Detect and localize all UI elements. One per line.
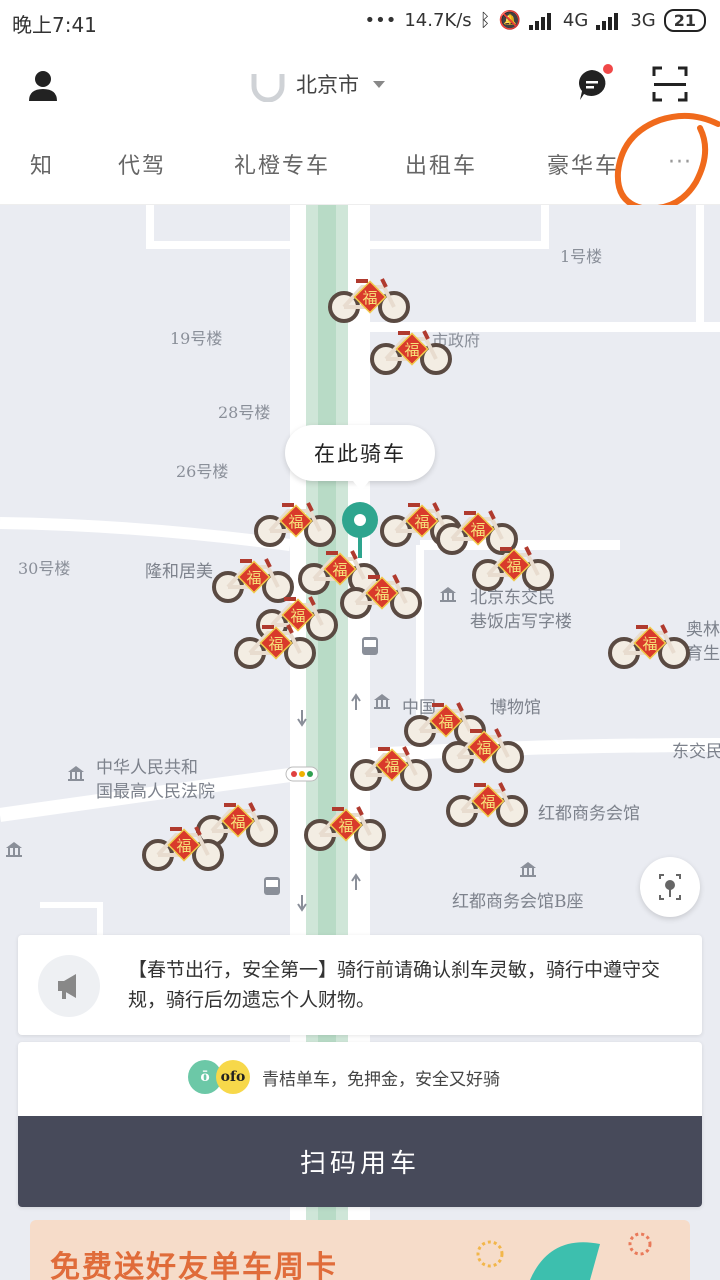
status-time: 晚上7:41 [12, 13, 97, 37]
ride-here-bubble[interactable]: 在此骑车 [285, 425, 435, 491]
bike-marker[interactable]: 福 [304, 799, 386, 853]
chat-bubble-icon[interactable] [574, 64, 614, 104]
map-label: 红都商务会馆 [538, 804, 640, 824]
svg-text:福: 福 [404, 341, 419, 359]
bike-service-card: ō ofo 青桔单车，免押金，安全又好骑 扫码用车 [18, 1042, 702, 1207]
svg-text:福: 福 [268, 635, 283, 653]
notice-text: 【春节出行，安全第一】骑行前请确认刹车灵敏，骑行中遵守交规，骑行后勿遗忘个人财物… [128, 959, 661, 1011]
svg-text:福: 福 [480, 793, 495, 811]
tab-luxury[interactable]: 豪华车 [547, 148, 619, 180]
map-label: 博物馆 [490, 698, 541, 718]
locate-icon [659, 874, 681, 900]
dots-icon: ••• [364, 10, 397, 31]
city-selector[interactable]: 北京市 [250, 66, 385, 102]
didi-logo-icon [251, 74, 285, 102]
user-icon[interactable] [28, 70, 58, 102]
bike-marker[interactable]: 福 [350, 739, 432, 793]
map-label: 30号楼 [18, 559, 71, 578]
horn-icon [38, 955, 100, 1017]
svg-text:福: 福 [384, 757, 399, 775]
svg-text:福: 福 [338, 817, 353, 835]
signal-icon [528, 12, 555, 30]
svg-text:福: 福 [374, 585, 389, 603]
svg-text:福: 福 [470, 521, 485, 539]
status-icons: ••• 14.7K/s ᛒ 🔕 4G 3G 21 [364, 9, 706, 32]
scan-qr-icon[interactable] [652, 66, 688, 102]
bike-marker[interactable]: 福 [328, 271, 410, 325]
mute-icon: 🔕 [498, 10, 521, 31]
brand-row: ō ofo 青桔单车，免押金，安全又好骑 [188, 1060, 500, 1094]
tab-partial[interactable]: 知 [30, 148, 54, 180]
map-label: 中华人民共和 [96, 758, 198, 778]
promo-title: 免费送好友单车周卡 [50, 1250, 338, 1280]
svg-text:福: 福 [230, 813, 245, 831]
svg-text:福: 福 [246, 569, 261, 587]
tab-premier[interactable]: 礼橙专车 [234, 148, 330, 180]
net-speed: 14.7K/s [404, 10, 472, 31]
bike-marker[interactable]: 福 [608, 617, 690, 671]
firework-icon [476, 1232, 652, 1280]
promo-banner[interactable]: 免费送好友单车周卡 [30, 1220, 690, 1280]
map-label: 1号楼 [560, 247, 603, 266]
safety-notice[interactable]: 【春节出行，安全第一】骑行前请确认刹车灵敏，骑行中遵守交规，骑行后勿遗忘个人财物… [18, 935, 702, 1035]
map-label: 19号楼 [170, 329, 223, 348]
network-label-2: 3G [630, 10, 656, 31]
svg-text:福: 福 [414, 513, 429, 531]
service-tabs: 知 代驾 礼橙专车 出租车 豪华车 ··· [0, 128, 720, 205]
location-pin-icon [342, 502, 378, 558]
map-label: 26号楼 [176, 462, 229, 481]
svg-text:福: 福 [642, 635, 657, 653]
bluetooth-icon: ᛒ [479, 10, 491, 31]
map-label: 奥林 [686, 620, 720, 640]
city-name: 北京市 [296, 73, 359, 97]
svg-text:福: 福 [288, 513, 303, 531]
bike-marker[interactable]: 福 [472, 539, 554, 593]
battery-icon: 21 [663, 9, 706, 32]
map-label: 隆和居美 [145, 562, 213, 582]
svg-text:福: 福 [506, 557, 521, 575]
bike-marker[interactable]: 福 [254, 495, 336, 549]
status-bar: 晚上7:41 ••• 14.7K/s ᛒ 🔕 4G 3G 21 [0, 0, 720, 44]
tab-designated-driver[interactable]: 代驾 [118, 148, 166, 180]
tab-taxi[interactable]: 出租车 [405, 148, 477, 180]
bike-marker[interactable]: 福 [142, 819, 224, 873]
svg-text:福: 福 [176, 837, 191, 855]
brand-text: 青桔单车，免押金，安全又好骑 [262, 1069, 500, 1090]
signal-icon-2 [596, 12, 622, 30]
network-label-1: 4G [562, 10, 589, 31]
locate-button[interactable] [640, 857, 700, 917]
more-tabs-button[interactable]: ··· [668, 150, 692, 175]
bike-marker[interactable]: 福 [340, 567, 422, 621]
map-label: 育生 [686, 644, 720, 664]
map-label: 东交民 [672, 742, 720, 762]
ofo-logo: ofo [216, 1060, 250, 1094]
bike-marker[interactable]: 福 [442, 721, 524, 775]
svg-text:福: 福 [476, 739, 491, 757]
app-header: 北京市 [0, 44, 720, 128]
map-label: 28号楼 [218, 403, 271, 422]
scan-to-ride-button[interactable]: 扫码用车 [18, 1116, 702, 1207]
bike-marker[interactable]: 福 [446, 775, 528, 829]
map-label: 红都商务会馆B座 [452, 892, 584, 912]
svg-text:福: 福 [362, 289, 377, 307]
bike-marker[interactable]: 福 [370, 323, 452, 377]
map-label: 巷饭店写字楼 [470, 612, 572, 632]
bike-marker[interactable]: 福 [234, 617, 316, 671]
brand-logos: ō ofo [188, 1060, 250, 1094]
chevron-down-icon [373, 80, 385, 88]
